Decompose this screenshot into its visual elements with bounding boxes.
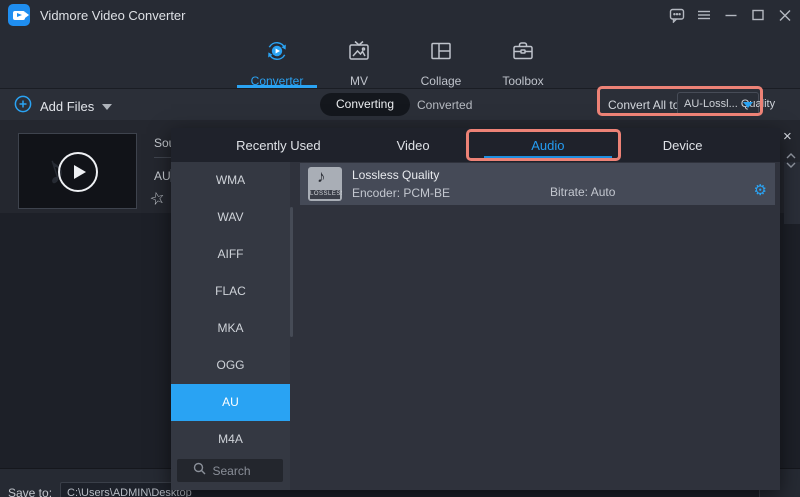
tab-recently-used[interactable]: Recently Used — [211, 128, 346, 162]
mv-icon — [346, 38, 372, 69]
format-panel-body: WMA WAV AIFF FLAC MKA OGG AU M4A ♪ LOSS — [171, 162, 780, 490]
play-icon — [74, 165, 86, 179]
file-format-label: AU — [154, 169, 171, 183]
format-panel-tabs: Recently Used Video Audio Device — [171, 128, 780, 162]
save-to-label: Save to: — [8, 486, 52, 497]
format-item-aiff[interactable]: AIFF — [171, 236, 290, 273]
play-button[interactable] — [58, 152, 98, 192]
add-files-label: Add Files — [40, 99, 94, 114]
main-nav: Converter MV Collage Toolbox — [0, 30, 800, 88]
tab-toolbox[interactable]: Toolbox — [482, 30, 564, 88]
titlebar-controls — [668, 0, 794, 30]
active-panel-tab-underline — [484, 156, 612, 158]
add-files-caret-icon — [102, 104, 112, 110]
lossless-format-icon: ♪ LOSSLESS — [308, 167, 342, 201]
profile-encoder: Encoder: PCM-BE — [352, 186, 450, 200]
app-window: Vidmore Video Converter — [0, 0, 800, 497]
close-icon[interactable] — [776, 6, 794, 24]
collage-icon — [428, 38, 454, 69]
add-files-button[interactable]: Add Files — [14, 95, 112, 118]
output-format-panel: Recently Used Video Audio Device WMA WAV… — [171, 128, 780, 490]
format-item-mka[interactable]: MKA — [171, 310, 290, 347]
video-thumbnail: ♪ — [18, 133, 137, 209]
music-note-icon: ♪ — [317, 167, 326, 187]
convert-all-dropdown[interactable]: AU-Lossl... Quality — [677, 92, 759, 116]
profile-text: Lossless Quality Encoder: PCM-BE — [352, 168, 450, 200]
tab-device[interactable]: Device — [615, 128, 750, 162]
format-item-wav[interactable]: WAV — [171, 199, 290, 236]
tab-toolbox-label: Toolbox — [502, 74, 543, 88]
format-item-au-selected[interactable]: AU — [171, 384, 290, 421]
format-item-m4a[interactable]: M4A — [171, 421, 290, 458]
feedback-icon[interactable] — [668, 6, 686, 24]
tab-mv[interactable]: MV — [318, 30, 400, 88]
chevron-down-icon[interactable] — [785, 156, 797, 164]
title-bar: Vidmore Video Converter — [0, 0, 800, 30]
format-item-flac[interactable]: FLAC — [171, 273, 290, 310]
plus-circle-icon — [14, 95, 32, 118]
tab-mv-label: MV — [350, 74, 368, 88]
profile-row-lossless[interactable]: ♪ LOSSLESS Lossless Quality Encoder: PCM… — [300, 163, 775, 205]
search-icon — [193, 462, 206, 480]
profile-title: Lossless Quality — [352, 168, 450, 182]
maximize-icon[interactable] — [749, 6, 767, 24]
convert-all-label: Convert All to: — [608, 98, 683, 112]
tab-converter[interactable]: Converter — [236, 30, 318, 88]
app-title: Vidmore Video Converter — [40, 8, 186, 23]
toolbox-icon — [510, 38, 536, 69]
audio-format-list: WMA WAV AIFF FLAC MKA OGG AU M4A — [171, 162, 290, 490]
divider — [154, 157, 172, 158]
app-logo-icon — [8, 4, 30, 26]
chevron-up-icon[interactable] — [785, 147, 797, 155]
minimize-icon[interactable] — [722, 6, 740, 24]
converted-tab[interactable]: Converted — [417, 98, 472, 112]
panel-close-icon[interactable]: × — [783, 128, 792, 145]
profile-bitrate: Bitrate: Auto — [550, 185, 615, 199]
profile-list: ♪ LOSSLESS Lossless Quality Encoder: PCM… — [290, 162, 780, 490]
format-item-ogg[interactable]: OGG — [171, 347, 290, 384]
tab-collage[interactable]: Collage — [400, 30, 482, 88]
search-input[interactable] — [213, 464, 268, 478]
tab-collage-label: Collage — [421, 74, 462, 88]
toolbar: Add Files Converting Converted Convert A… — [0, 88, 800, 120]
hidden-row-fragment — [784, 162, 800, 224]
menu-icon[interactable] — [695, 6, 713, 24]
format-search-box[interactable] — [177, 459, 283, 482]
format-item-wma[interactable]: WMA — [171, 162, 290, 199]
lossless-icon-label: LOSSLESS — [310, 190, 340, 199]
gear-icon[interactable]: ⚙ — [754, 183, 767, 198]
convert-all-value: AU-Lossl... Quality — [684, 98, 775, 110]
tab-video[interactable]: Video — [346, 128, 481, 162]
dropdown-caret-icon — [743, 102, 753, 108]
converter-icon — [264, 38, 290, 69]
tab-audio-label: Audio — [531, 138, 564, 153]
converting-tab[interactable]: Converting — [320, 93, 410, 116]
tab-audio[interactable]: Audio — [481, 128, 616, 162]
